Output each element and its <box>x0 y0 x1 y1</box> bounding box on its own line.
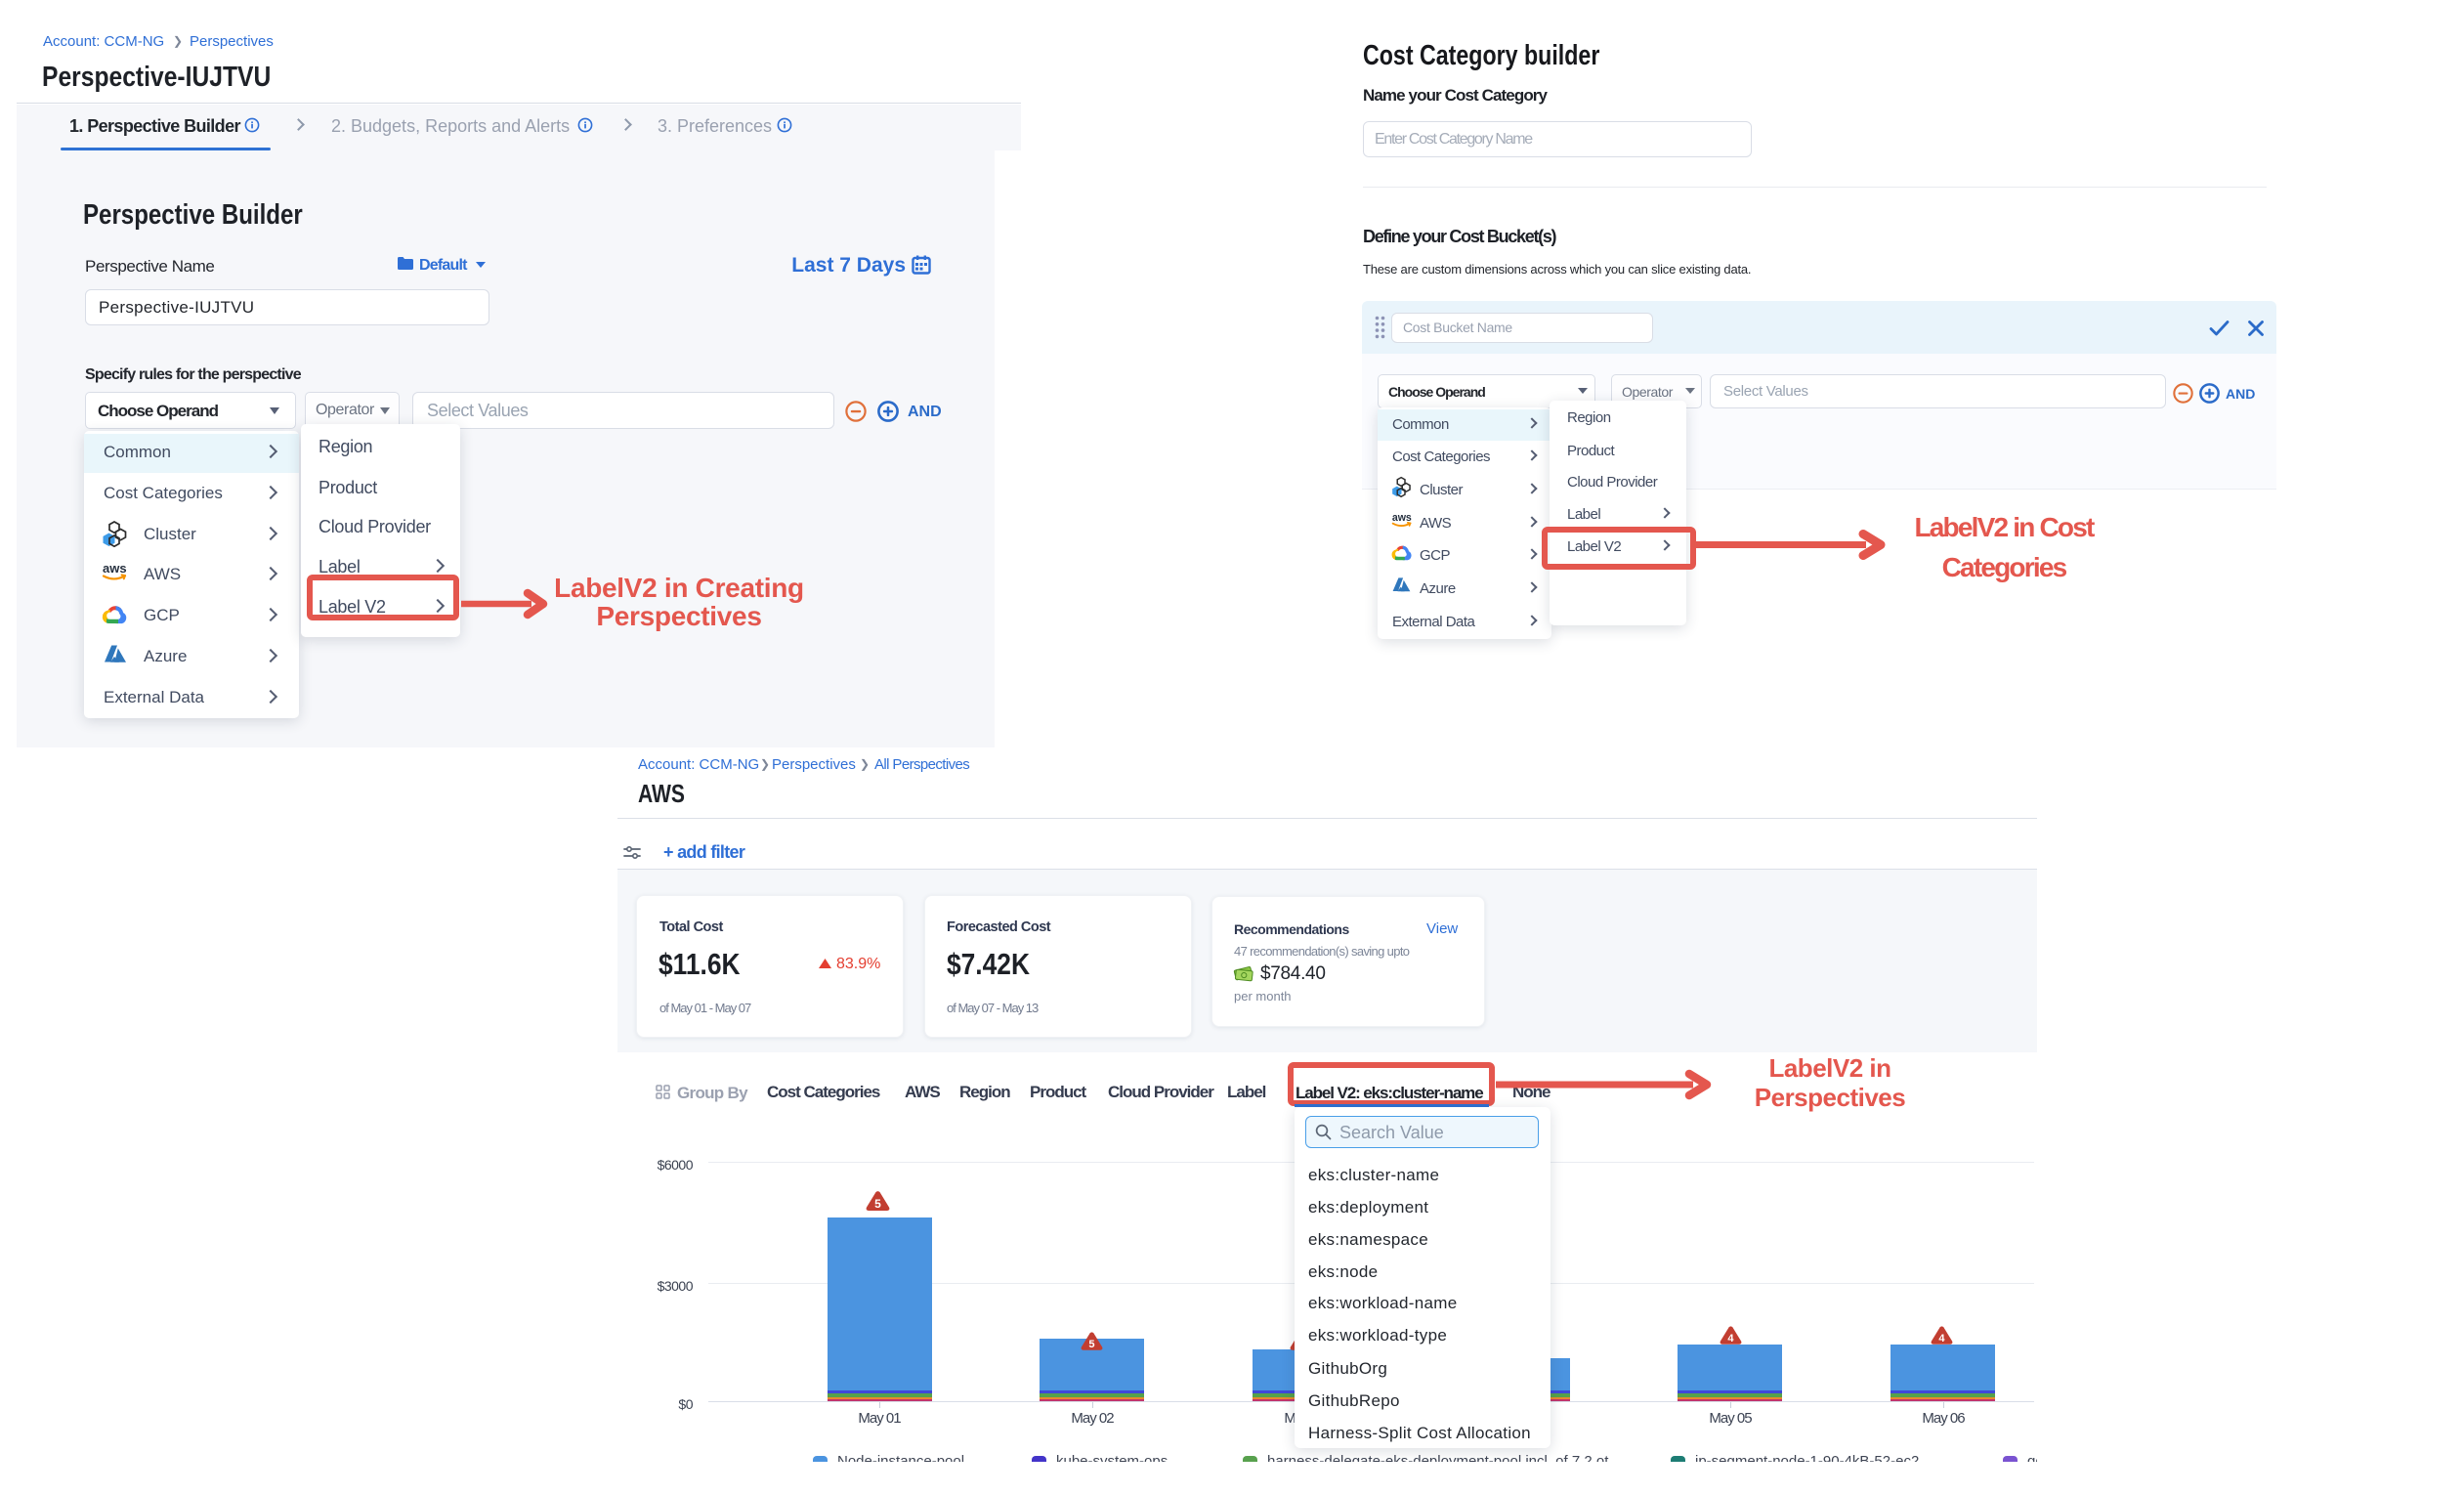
svg-text:5: 5 <box>874 1197 881 1211</box>
svg-text:4: 4 <box>1727 1333 1734 1345</box>
svg-text:4: 4 <box>1938 1333 1945 1345</box>
svg-text:aws: aws <box>1392 512 1412 524</box>
svg-text:5: 5 <box>1088 1339 1094 1350</box>
svg-text:aws: aws <box>103 561 127 576</box>
